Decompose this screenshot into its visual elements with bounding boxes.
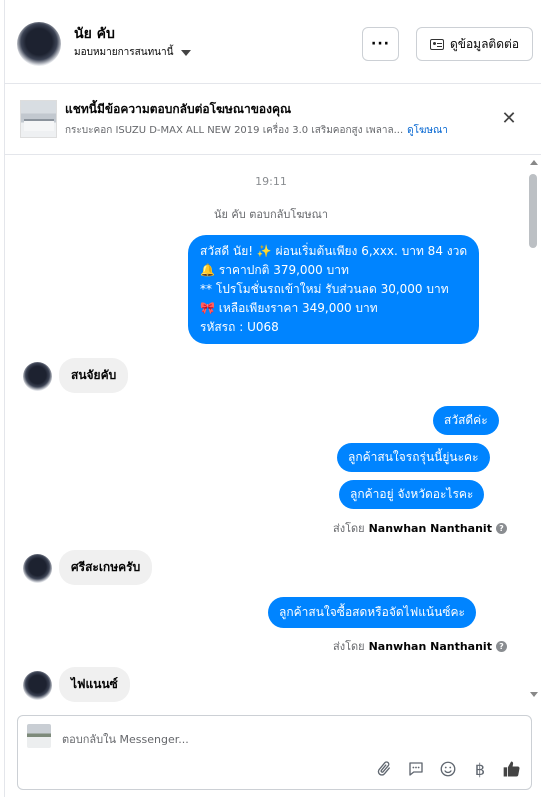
- avatar[interactable]: [23, 362, 52, 391]
- saved-reply-icon[interactable]: [405, 758, 427, 780]
- incoming-message: ไฟแนนซ์: [59, 667, 130, 702]
- reply-input[interactable]: ตอบกลับใน Messenger...: [62, 730, 189, 748]
- sent-by-name: Nanwhan Nanthanit: [368, 521, 492, 535]
- ad-reply-note: นัย คับ ตอบกลับโฆษณา: [213, 208, 329, 221]
- message-timestamp: 19:11: [255, 175, 287, 188]
- outgoing-message: สวัสดีค่ะ: [433, 406, 499, 435]
- caret-down-icon: [181, 49, 192, 56]
- ad-banner-description: กระบะคอก ISUZU D-MAX ALL NEW 2019 เครื่อ…: [65, 123, 448, 138]
- sent-by-label: ส่งโดย Nanwhan Nanthanit ?: [333, 637, 507, 655]
- more-options-button[interactable]: ···: [362, 27, 399, 61]
- attachment-icon[interactable]: [373, 758, 395, 780]
- incoming-message: ศรีสะเกษครับ: [59, 550, 153, 585]
- ad-message-line: ** โปรโมชั่นรถเข้าใหม่ รับส่วนลด 30,000 …: [200, 282, 449, 296]
- page-thumbnail: [27, 724, 51, 748]
- help-icon[interactable]: ?: [495, 640, 507, 652]
- incoming-message: สนจัยคับ: [59, 358, 129, 393]
- scrollbar-thumb[interactable]: [529, 174, 537, 248]
- message-scrollbar[interactable]: [527, 156, 539, 702]
- composer-toolbar: ฿: [373, 758, 523, 780]
- chat-header: นัย คับ มอบหมายการสนทนานี้ ··· ดูข้อมูลต…: [5, 0, 541, 84]
- ad-reply-banner: แชทนี้มีข้อความตอบกลับต่อโฆษณาของคุณ กระ…: [5, 85, 541, 155]
- close-icon[interactable]: ✕: [501, 110, 517, 128]
- sent-by-label: ส่งโดย Nanwhan Nanthanit ?: [333, 519, 507, 537]
- ad-message-line: 🎀 เหลือเพียงราคา 349,000 บาท: [200, 301, 378, 315]
- avatar[interactable]: [23, 671, 52, 700]
- avatar[interactable]: [23, 554, 52, 583]
- user-name[interactable]: นัย คับ: [74, 23, 115, 45]
- ad-banner-title: แชทนี้มีข้อความตอบกลับต่อโฆษณาของคุณ: [65, 102, 292, 116]
- sent-by-prefix: ส่งโดย: [333, 522, 365, 535]
- sent-by-name: Nanwhan Nanthanit: [368, 639, 492, 653]
- like-icon[interactable]: [501, 758, 523, 780]
- message-list: 19:11 นัย คับ ตอบกลับโฆษณา สวัสดี นัย! ✨…: [5, 156, 541, 702]
- outgoing-message: ลูกค้าสนใจรถรุ่นนี้ยู่นะคะ: [337, 443, 490, 472]
- scroll-down-icon[interactable]: [530, 692, 538, 697]
- emoji-icon[interactable]: [437, 758, 459, 780]
- outgoing-message: ลูกค้าสนใจซื้อสดหรือจัดไฟแน้นซ์คะ: [268, 597, 476, 628]
- sent-by-prefix: ส่งโดย: [333, 640, 365, 653]
- payment-icon[interactable]: ฿: [469, 758, 491, 780]
- outgoing-message: ลูกค้าอยู่ จังหวัดอะไรคะ: [339, 480, 485, 509]
- assign-label: มอบหมายการสนทนานี้: [74, 47, 174, 58]
- help-icon[interactable]: ?: [495, 522, 507, 534]
- contact-card-icon: [429, 38, 444, 50]
- inbox-chat-panel: นัย คับ มอบหมายการสนทนานี้ ··· ดูข้อมูลต…: [4, 0, 541, 797]
- ad-message-line: 🔔 ราคาปกติ 379,000 บาท: [200, 263, 349, 277]
- ad-thumbnail: [20, 100, 57, 138]
- message-composer[interactable]: ตอบกลับใน Messenger... ฿: [17, 715, 532, 790]
- ad-message-line: สวัสดี นัย! ✨ ผ่อนเริ่มต้นเพียง 6,xxx. บ…: [200, 244, 468, 258]
- scroll-up-icon[interactable]: [530, 160, 538, 165]
- view-ad-link[interactable]: ดูโฆษณา: [407, 125, 448, 136]
- ad-description-text: กระบะคอก ISUZU D-MAX ALL NEW 2019 เครื่อ…: [65, 125, 404, 136]
- assign-conversation-dropdown[interactable]: มอบหมายการสนทนานี้: [74, 45, 192, 60]
- avatar[interactable]: [17, 22, 61, 66]
- ad-message-bubble: สวัสดี นัย! ✨ ผ่อนเริ่มต้นเพียง 6,xxx. บ…: [188, 235, 480, 344]
- view-contact-label: ดูข้อมูลติดต่อ: [449, 36, 520, 51]
- view-contact-button[interactable]: ดูข้อมูลติดต่อ: [416, 27, 533, 61]
- ad-message-line: รหัสรถ : U068: [200, 320, 279, 334]
